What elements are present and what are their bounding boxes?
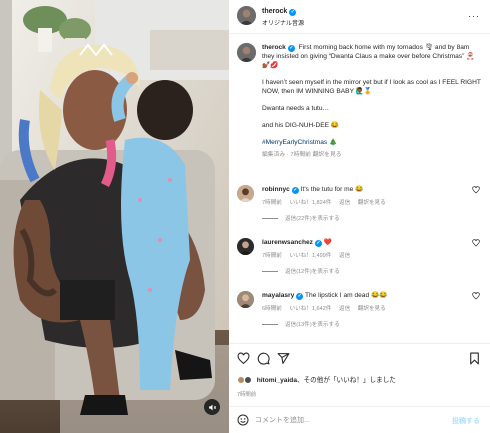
verified-icon: ✓: [287, 45, 295, 52]
comment-likes[interactable]: いいね！1,642件: [289, 306, 331, 312]
avatar[interactable]: [237, 6, 256, 25]
comment-time[interactable]: 7時間前: [262, 253, 282, 259]
verified-icon: ✓: [296, 293, 304, 300]
account-username[interactable]: therock ✓: [262, 8, 297, 16]
post-actions: hitomi_yaida、その他が「いいね！」しました 7時間前: [229, 343, 490, 405]
caption-username[interactable]: therock ✓: [262, 44, 295, 52]
caption-meta: 編集済み · 7時間前 翻訳を見る: [262, 152, 342, 158]
comment-item: mayalasry ✓ The lipstick I am dead 😂😂 6時間…: [229, 288, 490, 334]
post-caption: therock ✓ First morning back home with my…: [262, 43, 482, 160]
translate-link[interactable]: 翻訳を見る: [358, 306, 386, 312]
hashtag-link[interactable]: #MerryEarlyChristmas 🎄: [262, 138, 482, 147]
comments-scroll-area[interactable]: therock ✓ First morning back home with my…: [229, 35, 490, 341]
reply-button[interactable]: 返信: [339, 200, 350, 206]
comment-item: laurenwsanchez ✓ ❤️ 7時間前 いいね！1,499件 返信 返信…: [229, 235, 490, 281]
translate-link[interactable]: 翻訳を見る: [358, 200, 386, 206]
comment-username[interactable]: robinnyc ✓: [262, 186, 299, 194]
liked-by-user[interactable]: hitomi_yaida: [257, 377, 297, 384]
comment-icon[interactable]: [257, 352, 270, 365]
view-replies-button[interactable]: 返信(13件)を表示する: [262, 320, 340, 328]
post-side-panel: therock ✓ オリジナル音源 ··· therock ✓ First morn…: [229, 0, 490, 433]
reply-button[interactable]: 返信: [339, 253, 350, 259]
view-replies-button[interactable]: 返信(12件)を表示する: [262, 267, 340, 275]
comment-time[interactable]: 7時間前: [262, 200, 282, 206]
caption-text-3: Dwanta needs a tutu…: [262, 105, 330, 112]
post-date[interactable]: 7時間前: [237, 390, 256, 398]
comment-heart-icon[interactable]: [472, 186, 480, 194]
post-comment-button[interactable]: 投稿する: [452, 416, 480, 426]
liked-by: hitomi_yaida、その他が「いいね！」しました: [237, 374, 396, 384]
comment-username[interactable]: laurenwsanchez ✓: [262, 239, 322, 247]
comment-meta: 6時間前 いいね！1,642件 返信 翻訳を見る: [262, 304, 392, 312]
share-icon[interactable]: [277, 352, 290, 365]
caption-avatar[interactable]: [237, 43, 256, 62]
post-modal: therock ✓ オリジナル音源 ··· therock ✓ First morn…: [0, 0, 490, 433]
liked-by-rest[interactable]: 、その他が「いいね！」しました: [297, 377, 396, 384]
verified-icon: ✓: [289, 9, 297, 16]
comment-meta: 7時間前 いいね！1,499件 返信: [262, 251, 356, 259]
commenter-avatar[interactable]: [237, 185, 254, 202]
heart-icon[interactable]: [237, 352, 250, 365]
comment-composer: 投稿する: [229, 406, 490, 433]
liker-avatar: [243, 376, 252, 384]
comment-likes[interactable]: いいね！1,824件: [289, 200, 331, 206]
bookmark-icon[interactable]: [468, 352, 481, 365]
post-video[interactable]: [0, 0, 229, 433]
mute-button[interactable]: [204, 399, 220, 415]
comment-username[interactable]: mayalasry ✓: [262, 292, 304, 300]
video-frame: [0, 0, 229, 433]
comment-text: robinnyc ✓ It's the tutu for me 😂: [262, 186, 364, 194]
comment-text: mayalasry ✓ The lipstick I am dead 😂😂: [262, 292, 388, 300]
verified-icon: ✓: [314, 240, 322, 247]
view-replies-button[interactable]: 返信(22件)を表示する: [262, 214, 340, 222]
comment-text: laurenwsanchez ✓ ❤️: [262, 239, 332, 247]
comment-meta: 7時間前 いいね！1,824件 返信 翻訳を見る: [262, 198, 392, 206]
commenter-avatar[interactable]: [237, 238, 254, 255]
emoji-icon[interactable]: [237, 414, 249, 426]
audio-label[interactable]: オリジナル音源: [262, 18, 304, 27]
caption-text-2: I haven’t seen myself in the mirror yet …: [262, 79, 481, 95]
speaker-muted-icon: [208, 404, 216, 410]
verified-icon: ✓: [291, 187, 299, 194]
caption-text-4: and his DIG-NUH-DEE 😂: [262, 122, 340, 129]
more-options-icon[interactable]: ···: [468, 12, 480, 21]
reply-button[interactable]: 返信: [339, 306, 350, 312]
comment-heart-icon[interactable]: [472, 239, 480, 247]
comment-heart-icon[interactable]: [472, 292, 480, 300]
commenter-avatar[interactable]: [237, 291, 254, 308]
comment-likes[interactable]: いいね！1,499件: [289, 253, 331, 259]
comment-item: robinnyc ✓ It's the tutu for me 😂 7時間前 いい…: [229, 182, 490, 228]
comment-input[interactable]: [255, 413, 435, 427]
comment-time[interactable]: 6時間前: [262, 306, 282, 312]
post-header: therock ✓ オリジナル音源 ···: [229, 0, 490, 34]
